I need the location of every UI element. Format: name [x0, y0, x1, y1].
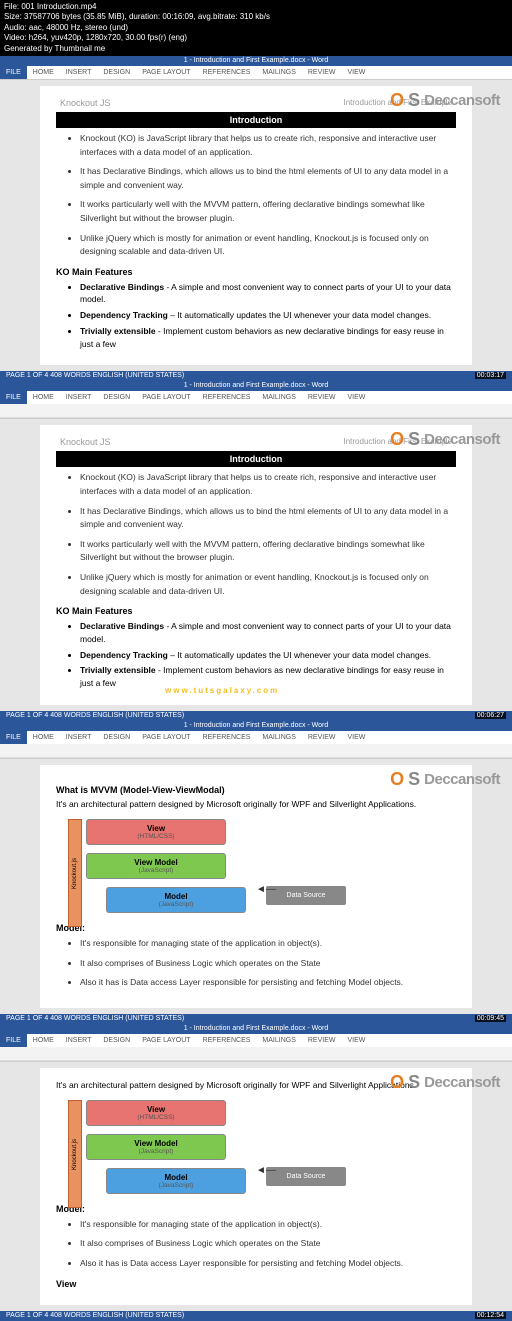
knockout-sidebar: Knockout.js: [68, 819, 82, 927]
tab-view[interactable]: VIEW: [341, 66, 371, 79]
tab-references[interactable]: REFERENCES: [197, 731, 257, 744]
arrow-icon: ◄—: [256, 884, 276, 895]
tab-file[interactable]: FILE: [0, 66, 27, 79]
tab-file[interactable]: FILE: [0, 731, 27, 744]
tab-page-layout[interactable]: PAGE LAYOUT: [136, 66, 196, 79]
tab-page-layout[interactable]: PAGE LAYOUT: [136, 391, 196, 404]
watermark: OS Deccansoft: [390, 90, 500, 111]
tab-insert[interactable]: INSERT: [60, 391, 98, 404]
thumbnail-frame-2: 1 - Introduction and First Example.docx …: [0, 381, 512, 721]
tab-review[interactable]: REVIEW: [302, 391, 342, 404]
timestamp-4: 00:12:54: [475, 1312, 506, 1319]
media-info-block: File: 001 Introduction.mp4 Size: 3758770…: [0, 0, 512, 56]
tab-references[interactable]: REFERENCES: [197, 1034, 257, 1047]
intro-heading: Introduction: [56, 112, 456, 128]
tab-page-layout[interactable]: PAGE LAYOUT: [136, 731, 196, 744]
diagram-datasource-box: Data Source: [266, 886, 346, 905]
mvvm-diagram: Knockout.js View(HTML/CSS) View Model(Ja…: [86, 819, 346, 913]
tab-design[interactable]: DESIGN: [97, 731, 136, 744]
tab-mailings[interactable]: MAILINGS: [256, 391, 301, 404]
tab-file[interactable]: FILE: [0, 391, 27, 404]
ribbon-tabs: FILE HOME INSERT DESIGN PAGE LAYOUT REFE…: [0, 66, 512, 79]
tab-design[interactable]: DESIGN: [97, 1034, 136, 1047]
diagram-view-box: View(HTML/CSS): [86, 819, 226, 845]
timestamp-1: 00:03:17: [475, 372, 506, 379]
tab-file[interactable]: FILE: [0, 1034, 27, 1047]
tab-references[interactable]: REFERENCES: [197, 66, 257, 79]
tab-home[interactable]: HOME: [27, 731, 60, 744]
ribbon: FILE HOME INSERT DESIGN PAGE LAYOUT REFE…: [0, 66, 512, 80]
tab-view[interactable]: VIEW: [341, 731, 371, 744]
tab-home[interactable]: HOME: [27, 391, 60, 404]
word-titlebar: 1 - Introduction and First Example.docx …: [0, 56, 512, 66]
tab-mailings[interactable]: MAILINGS: [256, 731, 301, 744]
tab-review[interactable]: REVIEW: [302, 66, 342, 79]
logo-s-icon: S: [408, 90, 420, 111]
tab-mailings[interactable]: MAILINGS: [256, 1034, 301, 1047]
thumbnail-frame-3: 1 - Introduction and First Example.docx …: [0, 721, 512, 1024]
tab-home[interactable]: HOME: [27, 1034, 60, 1047]
tab-view[interactable]: VIEW: [341, 391, 371, 404]
status-bar: PAGE 1 OF 4 408 WORDS ENGLISH (UNITED ST…: [0, 371, 512, 381]
tab-references[interactable]: REFERENCES: [197, 391, 257, 404]
tab-design[interactable]: DESIGN: [97, 66, 136, 79]
logo-o-icon: O: [390, 90, 404, 111]
tab-view[interactable]: VIEW: [341, 1034, 371, 1047]
tab-design[interactable]: DESIGN: [97, 391, 136, 404]
intro-bullets: Knockout (KO) is JavaScript library that…: [56, 132, 456, 259]
tab-home[interactable]: HOME: [27, 66, 60, 79]
tab-mailings[interactable]: MAILINGS: [256, 66, 301, 79]
tab-insert[interactable]: INSERT: [60, 1034, 98, 1047]
tab-review[interactable]: REVIEW: [302, 1034, 342, 1047]
yellow-overlay-text: www.tutsgalaxy.com: [165, 686, 279, 695]
tab-insert[interactable]: INSERT: [60, 731, 98, 744]
diagram-model-box: Model(JavaScript): [106, 887, 246, 913]
timestamp-3: 00:09:45: [475, 1015, 506, 1022]
diagram-viewmodel-box: View Model(JavaScript): [86, 853, 226, 879]
document-page: Knockout JSIntroduction and First Exampl…: [40, 86, 472, 366]
tab-review[interactable]: REVIEW: [302, 731, 342, 744]
tab-page-layout[interactable]: PAGE LAYOUT: [136, 1034, 196, 1047]
thumbnail-frame-1: 1 - Introduction and First Example.docx …: [0, 56, 512, 382]
tab-insert[interactable]: INSERT: [60, 66, 98, 79]
timestamp-2: 00:06:27: [475, 712, 506, 719]
thumbnail-frame-4: 1 - Introduction and First Example.docx …: [0, 1024, 512, 1321]
